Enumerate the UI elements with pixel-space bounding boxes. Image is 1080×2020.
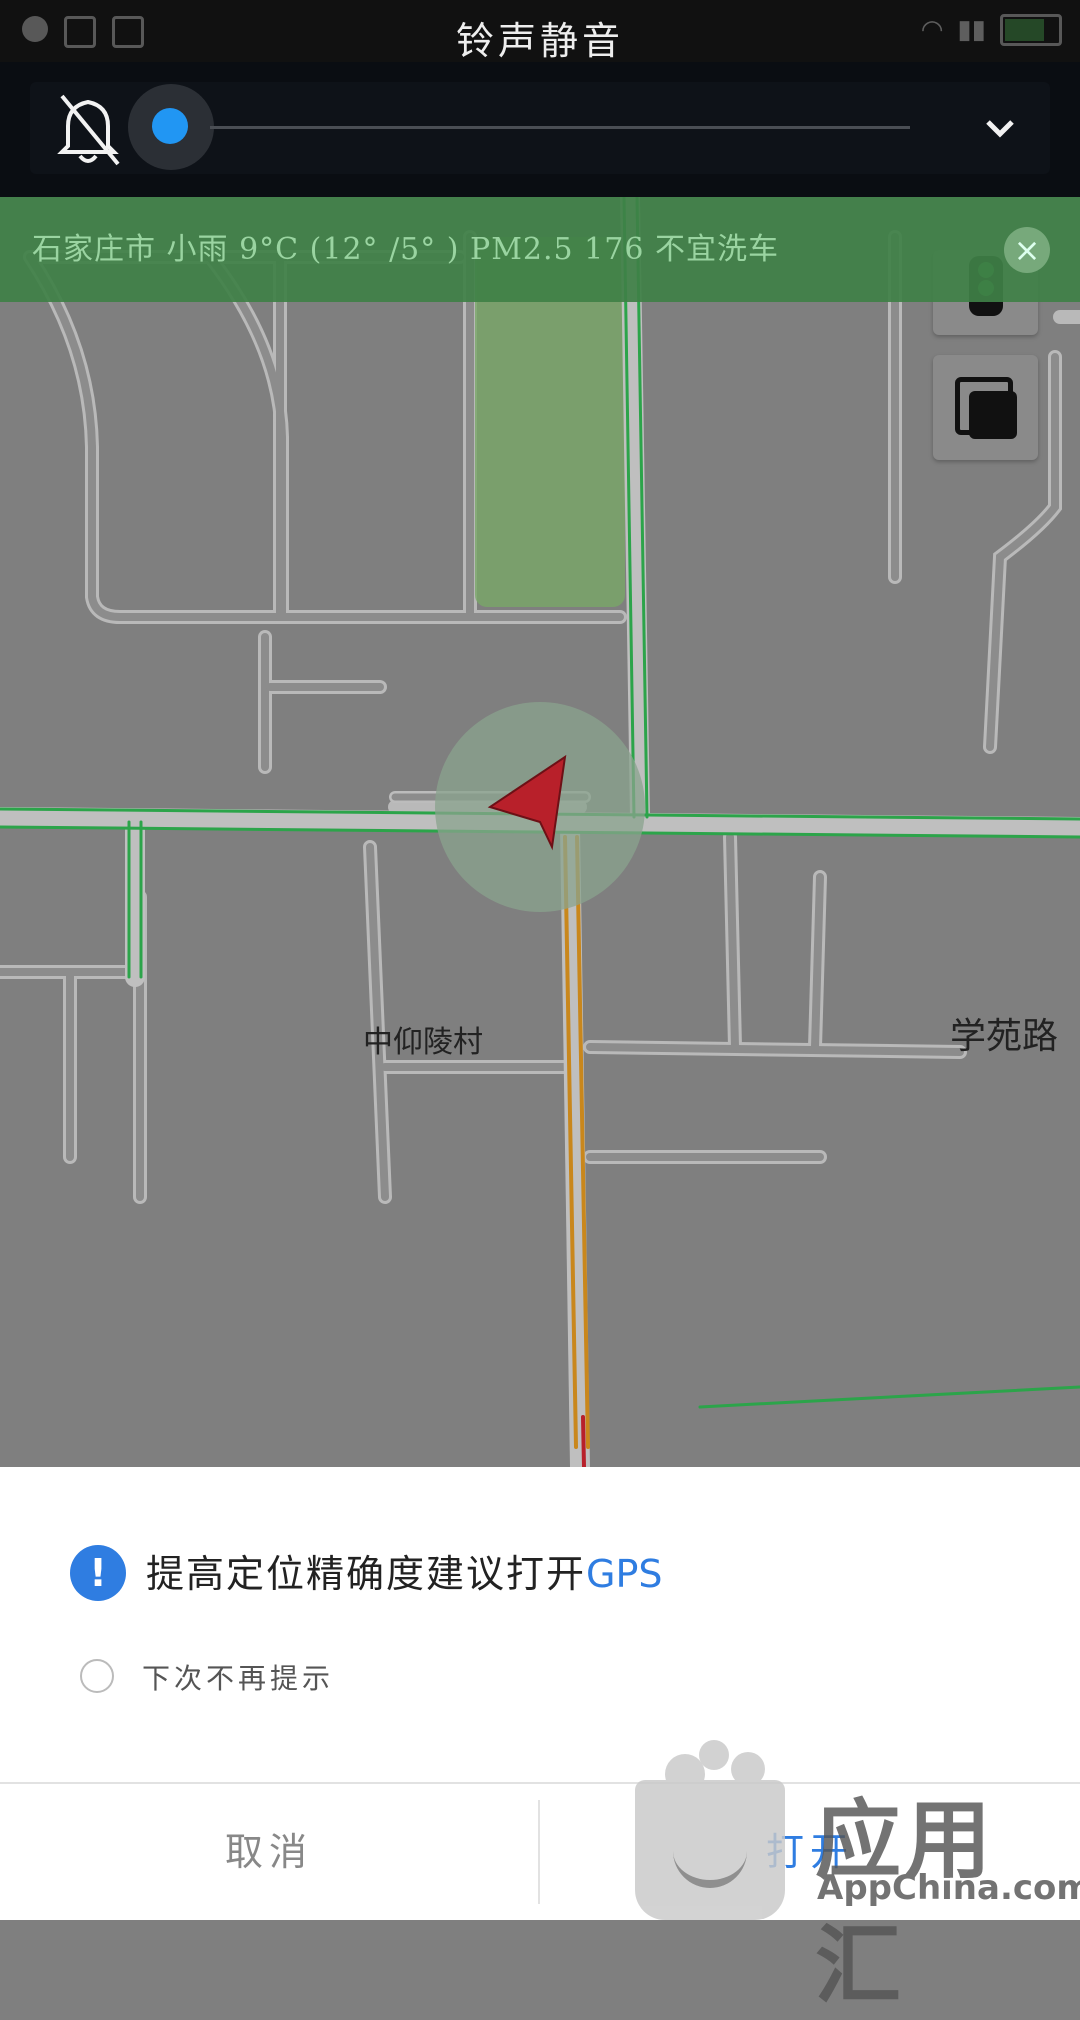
shopping-bag-logo-icon <box>635 1780 785 1920</box>
wifi-icon: ◠ <box>920 15 944 45</box>
volume-slider-thumb[interactable] <box>152 108 188 144</box>
map-roads <box>0 197 1080 1467</box>
map-layers-button[interactable] <box>933 355 1038 460</box>
volume-slider-track[interactable] <box>210 126 910 129</box>
appchina-watermark: 应用汇 AppChina.com <box>635 1740 1080 2016</box>
cancel-button[interactable]: 取消 <box>0 1784 538 1920</box>
signal-icon: ▮▮ <box>957 15 986 45</box>
weather-banner: 石家庄市 小雨 9°C (12° /5° ) PM2.5 176 不宜洗车 <box>0 197 1080 302</box>
map-label-village: 中仰陵村 <box>363 1025 483 1060</box>
volume-panel <box>0 62 1080 197</box>
map-label-road: 学苑路 <box>950 1016 1059 1057</box>
dont-remind-label[interactable]: 下次不再提示 <box>142 1657 334 1697</box>
volume-slider-row <box>30 82 1050 174</box>
ringer-mode-title: 铃声静音 <box>455 19 624 63</box>
dialog-message: 提高定位精确度建议打开GPS <box>146 1543 663 1598</box>
status-right-icons: ◠ ▮▮ <box>921 14 1062 46</box>
battery-icon <box>1000 14 1062 46</box>
info-icon: ! <box>70 1545 126 1601</box>
watermark-subtext: AppChina.com <box>817 1868 1080 1908</box>
dont-remind-checkbox[interactable] <box>80 1659 114 1693</box>
status-bar: 铃声静音 ◠ ▮▮ <box>0 0 1080 63</box>
map-view[interactable]: 中仰陵村 学苑路 <box>0 197 1080 1467</box>
close-icon[interactable]: × <box>1004 227 1050 273</box>
dialog-message-gps: GPS <box>586 1552 663 1596</box>
dialog-message-text: 提高定位精确度建议打开 <box>146 1552 587 1596</box>
bell-muted-icon[interactable] <box>48 88 128 168</box>
chevron-down-icon[interactable] <box>980 108 1020 148</box>
